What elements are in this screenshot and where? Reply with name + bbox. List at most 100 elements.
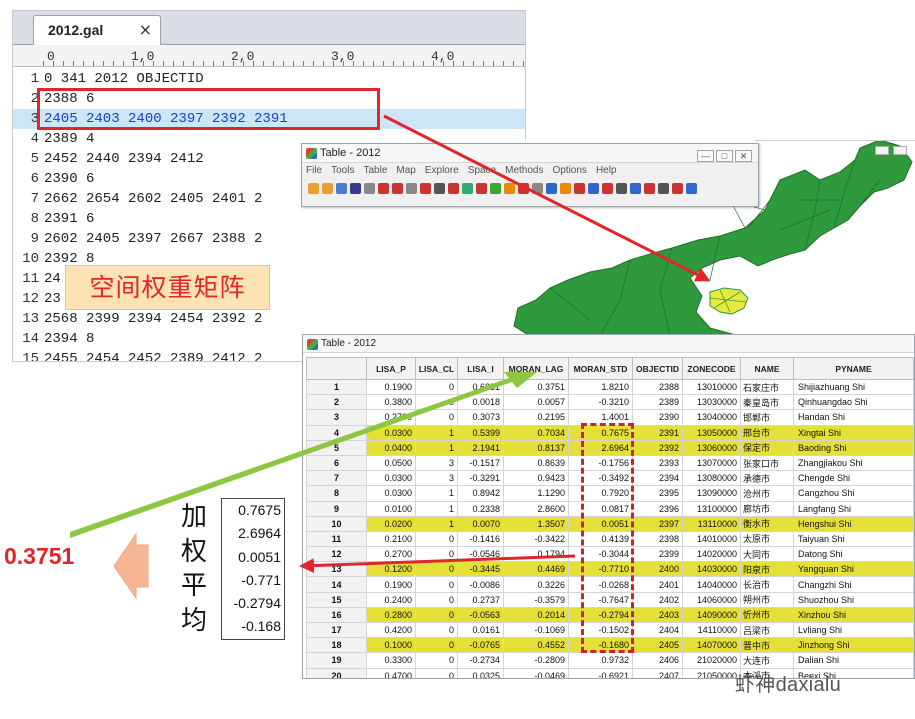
menu-item[interactable]: Table — [363, 165, 387, 176]
highlight-box-moran-std — [581, 423, 634, 653]
menu-item[interactable]: Explore — [425, 165, 459, 176]
close-icon[interactable]: × — [139, 20, 152, 39]
toolbar-tool-icon[interactable] — [434, 183, 445, 194]
line-text: 2389 4 — [44, 131, 95, 147]
minimize-icon[interactable] — [875, 146, 889, 155]
column-header[interactable]: LISA_I — [457, 357, 504, 380]
row-number[interactable]: 6 — [306, 454, 367, 472]
toolbar-tool-icon[interactable] — [406, 183, 417, 194]
menu-bar[interactable]: File Tools Table Map Explore Space Methods Opti… — [302, 163, 758, 179]
close-icon[interactable]: ✕ — [735, 150, 752, 162]
toolbar-tool-icon[interactable] — [462, 183, 473, 194]
toolbar-tool-icon[interactable] — [602, 183, 613, 194]
row-number[interactable]: 20 — [306, 667, 367, 678]
toolbar-tool-icon[interactable] — [364, 183, 375, 194]
row-number[interactable]: 13 — [306, 561, 367, 578]
toolbar-tool-icon[interactable] — [574, 183, 585, 194]
cell-lisa-i: 0.0070 — [457, 515, 504, 532]
cell-pyname: Shijiazhuang Shi — [793, 378, 914, 396]
row-number[interactable]: 1 — [306, 378, 367, 396]
toolbar-tool-icon[interactable] — [616, 183, 627, 194]
cell-name: 太原市 — [740, 530, 794, 548]
toolbar-tool-icon[interactable] — [686, 183, 697, 194]
app-icon — [307, 339, 318, 350]
toolbar-tool-icon[interactable] — [532, 183, 543, 194]
toolbar-tool-icon[interactable] — [336, 183, 347, 194]
menu-item[interactable]: Options — [552, 165, 586, 176]
row-number[interactable]: 17 — [306, 621, 367, 639]
row-number[interactable]: 3 — [306, 409, 367, 426]
tab-bar: 2012.gal × — [13, 11, 525, 45]
maximize-icon[interactable] — [893, 146, 907, 155]
column-header[interactable]: MORAN_LAG — [503, 357, 569, 380]
maximize-icon[interactable]: □ — [716, 150, 733, 162]
column-header[interactable]: PYNAME — [793, 357, 914, 380]
row-number[interactable]: 12 — [306, 546, 367, 563]
row-number[interactable]: 19 — [306, 652, 367, 669]
row-number[interactable]: 8 — [306, 485, 367, 502]
menu-item[interactable]: Tools — [331, 165, 354, 176]
menu-item[interactable]: Space — [468, 165, 496, 176]
toolbar-tool-icon[interactable] — [644, 183, 655, 194]
column-header[interactable]: OBJECTID — [632, 357, 683, 380]
toolbar-tool-icon[interactable] — [658, 183, 669, 194]
toolbar-tool-icon[interactable] — [308, 183, 319, 194]
minimize-icon[interactable]: — — [697, 150, 714, 162]
cell-lisa-cl: 0 — [415, 637, 458, 654]
cell-lisa-cl: 0 — [415, 378, 458, 396]
row-number[interactable]: 15 — [306, 591, 367, 608]
menu-item[interactable]: Methods — [505, 165, 543, 176]
toolbar-tool-icon[interactable] — [588, 183, 599, 194]
row-number[interactable]: 2 — [306, 394, 367, 411]
toolbar-tool-icon[interactable] — [560, 183, 571, 194]
toolbar-tool-icon[interactable] — [378, 183, 389, 194]
row-number[interactable]: 9 — [306, 500, 367, 517]
menu-item[interactable]: Help — [596, 165, 617, 176]
row-number[interactable]: 11 — [306, 530, 367, 548]
toolbar-tool-icon[interactable] — [630, 183, 641, 194]
toolbar-tool-icon[interactable] — [476, 183, 487, 194]
neighbor-value: 0.7675 — [238, 502, 281, 518]
toolbar-tool-icon[interactable] — [448, 183, 459, 194]
column-header[interactable]: NAME — [740, 357, 794, 380]
column-header[interactable]: ZONECODE — [682, 357, 741, 380]
menu-item[interactable]: File — [306, 165, 322, 176]
toolbar-tool-icon[interactable] — [546, 183, 557, 194]
column-header[interactable]: LISA_P — [366, 357, 416, 380]
row-number[interactable]: 16 — [306, 606, 367, 624]
window-title-bar[interactable]: Table - 2012 — □ ✕ — [302, 144, 758, 163]
row-number[interactable]: 10 — [306, 515, 367, 532]
table-row[interactable]: 1 0.1900 0 0.6831 0.3751 1.8210 2388 13010000 石家… — [306, 378, 914, 396]
row-number[interactable]: 7 — [306, 470, 367, 487]
toolbar-tool-icon[interactable] — [504, 183, 515, 194]
cell-lisa-p: 0.3800 — [366, 394, 416, 411]
left-arrow-shape — [113, 532, 149, 600]
tool-bar[interactable] — [302, 179, 758, 197]
line-text: 0 341 2012 OBJECTID — [44, 71, 204, 87]
row-number[interactable]: 5 — [306, 439, 367, 456]
column-header[interactable] — [306, 357, 367, 380]
code-line[interactable]: 1 0 341 2012 OBJECTID — [13, 69, 525, 89]
row-number[interactable]: 14 — [306, 576, 367, 593]
cell-lisa-cl: 3 — [415, 470, 458, 487]
cell-zonecode: 14030000 — [682, 561, 741, 578]
toolbar-tool-icon[interactable] — [322, 183, 333, 194]
toolbar-tool-icon[interactable] — [672, 183, 683, 194]
table-row[interactable]: 2 0.3800 0 0.0018 0.0057 -0.3210 2389 13030000 秦… — [306, 394, 914, 411]
window-title-bar[interactable]: Table - 2012 — [303, 335, 914, 353]
cell-lisa-cl: 0 — [415, 561, 458, 578]
menu-item[interactable]: Map — [396, 165, 415, 176]
column-header[interactable]: LISA_CL — [415, 357, 458, 380]
file-tab[interactable]: 2012.gal × — [33, 15, 161, 45]
table-row[interactable]: 19 0.3300 0 -0.2734 -0.2809 0.9732 2406 2102000… — [306, 652, 914, 669]
cell-moran-lag: 0.0057 — [503, 394, 569, 411]
toolbar-tool-icon[interactable] — [420, 183, 431, 194]
row-number[interactable]: 4 — [306, 424, 367, 441]
toolbar-tool-icon[interactable] — [350, 183, 361, 194]
column-header[interactable]: MORAN_STD — [568, 357, 633, 380]
row-number[interactable]: 18 — [306, 637, 367, 654]
toolbar-tool-icon[interactable] — [490, 183, 501, 194]
toolbar-tool-icon[interactable] — [392, 183, 403, 194]
cell-moran-lag: -0.2809 — [503, 652, 569, 669]
toolbar-tool-icon[interactable] — [518, 183, 529, 194]
